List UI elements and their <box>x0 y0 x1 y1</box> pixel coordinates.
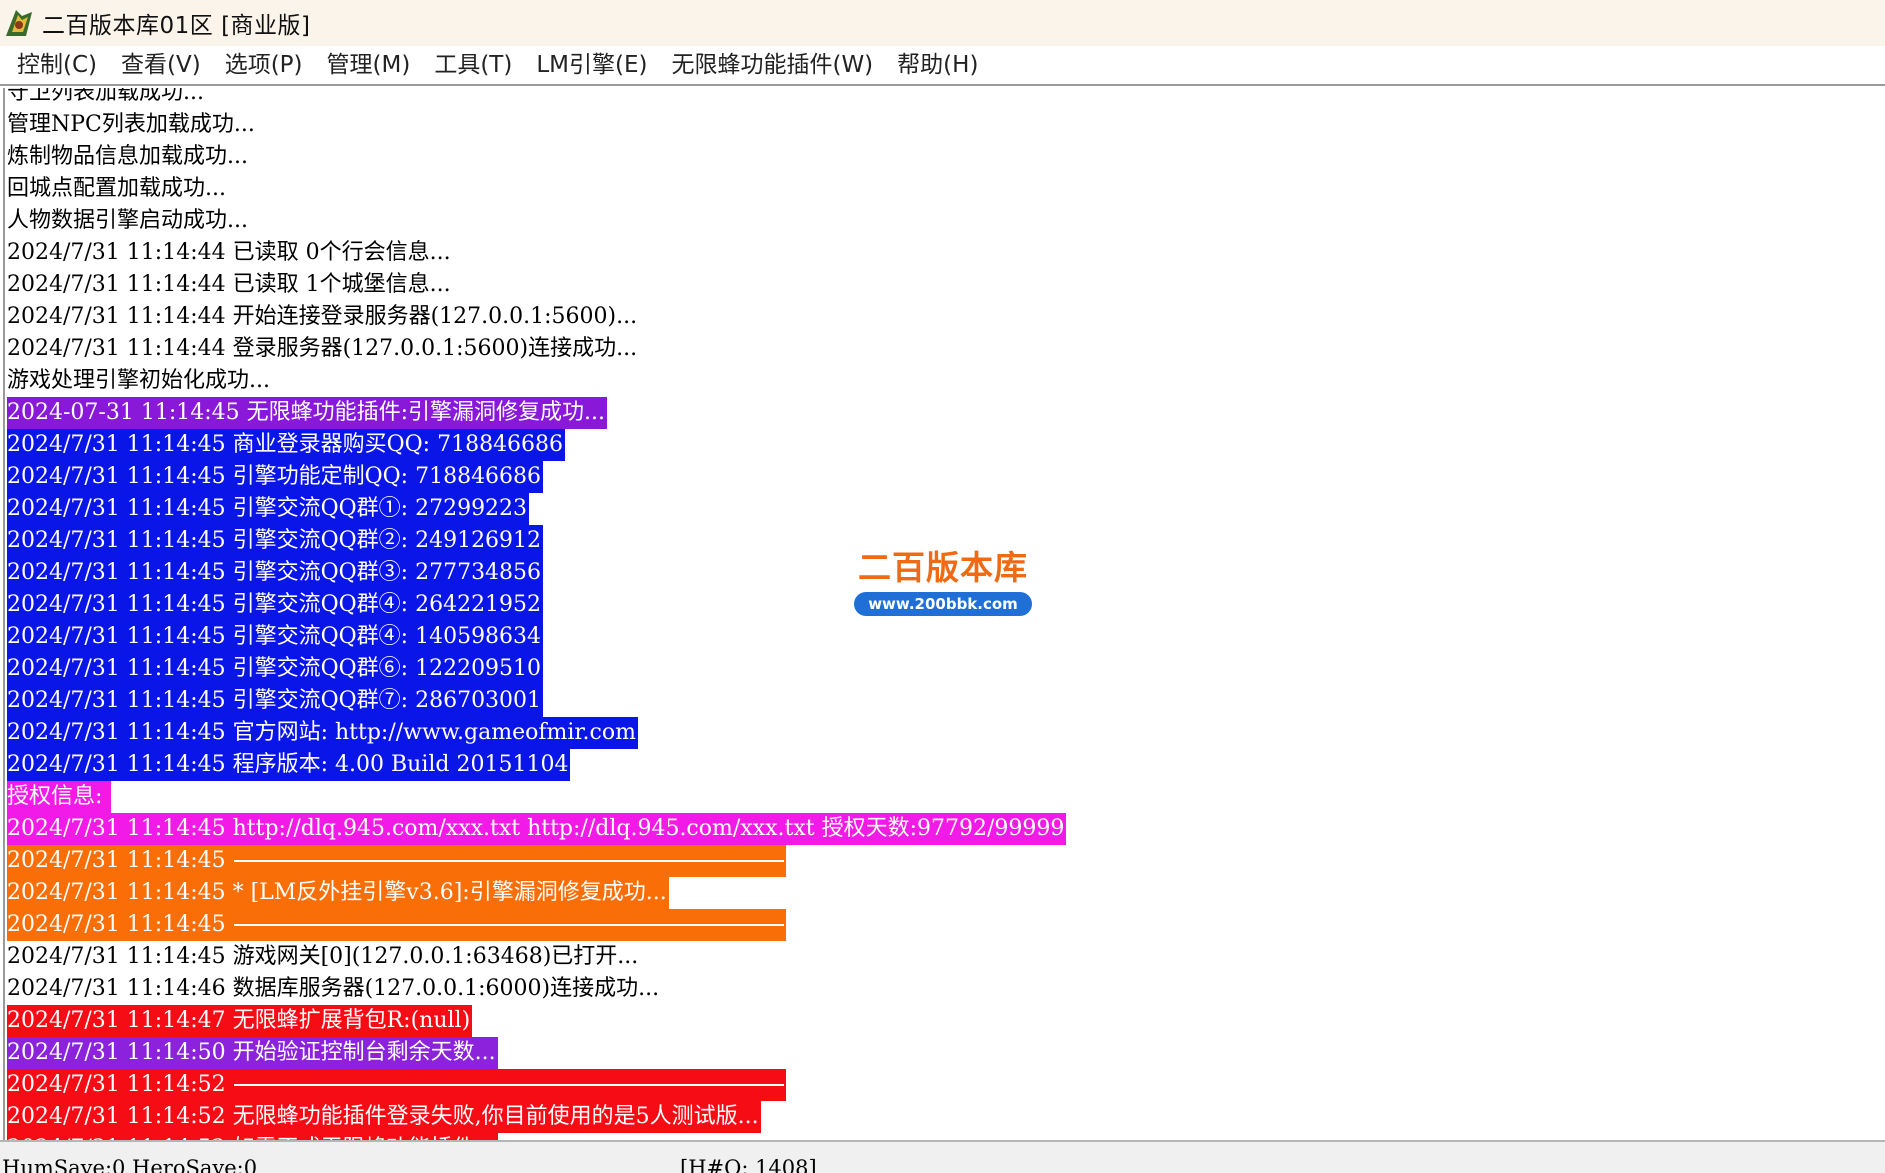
log-line-text: 2024/7/31 11:14:45 游戏网关[0](127.0.0.1:634… <box>7 944 639 969</box>
log-line-text: 管理NPC列表加载成功... <box>7 112 255 137</box>
log-line-text: 2024/7/31 11:14:44 已读取 1个城堡信息... <box>7 272 451 297</box>
log-line-text: 2024/7/31 11:14:45 http://dlq.945.com/xx… <box>7 813 1067 845</box>
log-line: 2024/7/31 11:14:52 无限蜂功能插件登录失败,你目前使用的是5人… <box>7 1101 1066 1133</box>
status-save-counts: HumSave:0 HeroSave:0 <box>2 1156 258 1173</box>
log-line-text: 2024-07-31 11:14:45 无限蜂功能插件:引擎漏洞修复成功... <box>7 397 608 429</box>
log-line: 炼制物品信息加载成功... <box>7 141 1066 173</box>
log-line-text: 2024/7/31 11:14:45 引擎交流QQ群④: 264221952 <box>7 589 544 621</box>
log-line-text: 2024/7/31 11:14:50 开始验证控制台剩余天数... <box>7 1037 498 1069</box>
menu-bar: 控制(C) 查看(V) 选项(P) 管理(M) 工具(T) LM引擎(E) 无限… <box>0 46 1885 86</box>
log-line-text: 2024/7/31 11:14:47 无限蜂扩展背包R:(null) <box>7 1005 473 1037</box>
app-window: 二百版本库01区 [商业版] 控制(C) 查看(V) 选项(P) 管理(M) 工… <box>0 0 1885 1173</box>
log-line-text: 回城点配置加载成功... <box>7 176 226 201</box>
log-line-text: 2024/7/31 11:14:45 * [LM反外挂引擎v3.6]:引擎漏洞修… <box>7 877 669 909</box>
separator-rule <box>233 860 784 862</box>
log-line: 2024/7/31 11:14:50 开始验证控制台剩余天数... <box>7 1037 1066 1069</box>
menu-control[interactable]: 控制(C) <box>5 45 109 85</box>
log-line-text: 2024/7/31 11:14:45 <box>7 909 786 941</box>
log-line: 2024/7/31 11:14:44 已读取 1个城堡信息... <box>7 269 1066 301</box>
status-extra: [H#Q: 1408] <box>680 1156 817 1173</box>
watermark-url: www.200bbk.com <box>854 592 1032 616</box>
menu-view[interactable]: 查看(V) <box>109 45 213 85</box>
log-line: 人物数据引擎启动成功... <box>7 205 1066 237</box>
app-icon <box>6 10 32 36</box>
log-line: 2024/7/31 11:14:47 无限蜂扩展背包R:(null) <box>7 1005 1066 1037</box>
log-line: 2024/7/31 11:14:45 商业登录器购买QQ: 718846686 <box>7 429 1066 461</box>
log-line-text: 授权信息: <box>7 781 112 813</box>
log-line: 2024/7/31 11:14:45 引擎交流QQ群④: 140598634 <box>7 621 1066 653</box>
log-line-text: 2024/7/31 11:14:45 引擎交流QQ群⑦: 286703001 <box>7 685 544 717</box>
menu-options[interactable]: 选项(P) <box>213 45 315 85</box>
log-line-text: 2024/7/31 11:14:44 开始连接登录服务器(127.0.0.1:5… <box>7 304 638 329</box>
log-line-text: 2024/7/31 11:14:45 官方网站: http://www.game… <box>7 717 638 749</box>
log-line-text: 2024/7/31 11:14:45 程序版本: 4.00 Build 2015… <box>7 749 571 781</box>
log-line-text: 2024/7/31 11:14:45 引擎交流QQ群①: 27299223 <box>7 493 530 525</box>
menu-tools[interactable]: 工具(T) <box>422 45 524 85</box>
log-line: 2024/7/31 11:14:45 <box>7 909 1066 941</box>
log-line: 2024/7/31 11:14:45 <box>7 845 1066 877</box>
menu-plugin[interactable]: 无限蜂功能插件(W) <box>659 45 885 85</box>
log-line: 管理NPC列表加载成功... <box>7 109 1066 141</box>
log-line-text: 2024/7/31 11:14:52 无限蜂功能插件登录失败,你目前使用的是5人… <box>7 1101 761 1133</box>
log-line: 2024/7/31 11:14:44 登录服务器(127.0.0.1:5600)… <box>7 333 1066 365</box>
log-line: 2024/7/31 11:14:45 程序版本: 4.00 Build 2015… <box>7 749 1066 781</box>
log-line: 2024/7/31 11:14:45 游戏网关[0](127.0.0.1:634… <box>7 941 1066 973</box>
log-line: 2024/7/31 11:14:46 数据库服务器(127.0.0.1:6000… <box>7 973 1066 1005</box>
log-line: 2024/7/31 11:14:44 已读取 0个行会信息... <box>7 237 1066 269</box>
log-line-text: 2024/7/31 11:14:45 引擎交流QQ群⑥: 122209510 <box>7 653 544 685</box>
watermark-title: 二百版本库 <box>858 548 1028 587</box>
log-line: 授权信息: <box>7 781 1066 813</box>
log-line: 2024/7/31 11:14:52 如需正式无限蜂功能插件... <box>7 1133 1066 1140</box>
log-line-text: 2024/7/31 11:14:44 登录服务器(127.0.0.1:5600)… <box>7 336 638 361</box>
menu-help[interactable]: 帮助(H) <box>885 45 990 85</box>
watermark-logo: 二百版本库 www.200bbk.com <box>854 548 1032 622</box>
log-line-text: 2024/7/31 11:14:46 数据库服务器(127.0.0.1:6000… <box>7 976 660 1001</box>
log-line-text: 2024/7/31 11:14:45 引擎功能定制QQ: 718846686 <box>7 461 544 493</box>
menu-manage[interactable]: 管理(M) <box>315 45 423 85</box>
log-line: 2024/7/31 11:14:45 http://dlq.945.com/xx… <box>7 813 1067 845</box>
window-title: 二百版本库01区 [商业版] <box>42 13 311 39</box>
log-line: 2024-07-31 11:14:45 无限蜂功能插件:引擎漏洞修复成功... <box>7 397 1066 429</box>
log-line-text: 2024/7/31 11:14:52 如需正式无限蜂功能插件... <box>7 1133 498 1140</box>
separator-rule <box>233 1084 784 1086</box>
log-line: 2024/7/31 11:14:45 引擎交流QQ群⑥: 122209510 <box>7 653 1066 685</box>
log-line: 守卫列表加载成功... <box>7 88 1066 109</box>
log-line-text: 守卫列表加载成功... <box>7 88 204 105</box>
log-line-text: 2024/7/31 11:14:45 <box>7 845 786 877</box>
log-line-text: 2024/7/31 11:14:52 <box>7 1069 786 1101</box>
menu-lm-engine[interactable]: LM引擎(E) <box>524 45 659 85</box>
log-line-text: 人物数据引擎启动成功... <box>7 208 248 233</box>
log-line-text: 2024/7/31 11:14:44 已读取 0个行会信息... <box>7 240 451 265</box>
log-line: 2024/7/31 11:14:45 官方网站: http://www.game… <box>7 717 1066 749</box>
log-line-text: 2024/7/31 11:14:45 引擎交流QQ群③: 277734856 <box>7 557 544 589</box>
log-line: 2024/7/31 11:14:44 开始连接登录服务器(127.0.0.1:5… <box>7 301 1066 333</box>
log-line: 2024/7/31 11:14:45 引擎交流QQ群①: 27299223 <box>7 493 1066 525</box>
log-line: 2024/7/31 11:14:45 引擎功能定制QQ: 718846686 <box>7 461 1066 493</box>
separator-rule <box>233 924 784 926</box>
log-line: 2024/7/31 11:14:52 <box>7 1069 1066 1101</box>
title-bar[interactable]: 二百版本库01区 [商业版] <box>0 0 1885 46</box>
status-bar: HumSave:0 HeroSave:0 [H#Q: 1408] <box>0 1140 1885 1173</box>
log-line: 回城点配置加载成功... <box>7 173 1066 205</box>
log-line-text: 游戏处理引擎初始化成功... <box>7 368 270 393</box>
log-line-text: 2024/7/31 11:14:45 商业登录器购买QQ: 718846686 <box>7 429 566 461</box>
log-line-text: 2024/7/31 11:14:45 引擎交流QQ群④: 140598634 <box>7 621 544 653</box>
log-line-text: 炼制物品信息加载成功... <box>7 144 248 169</box>
log-line: 2024/7/31 11:14:45 引擎交流QQ群⑦: 286703001 <box>7 685 1066 717</box>
log-line-text: 2024/7/31 11:14:45 引擎交流QQ群②: 249126912 <box>7 525 544 557</box>
log-line: 2024/7/31 11:14:45 * [LM反外挂引擎v3.6]:引擎漏洞修… <box>7 877 1066 909</box>
log-line: 游戏处理引擎初始化成功... <box>7 365 1066 397</box>
